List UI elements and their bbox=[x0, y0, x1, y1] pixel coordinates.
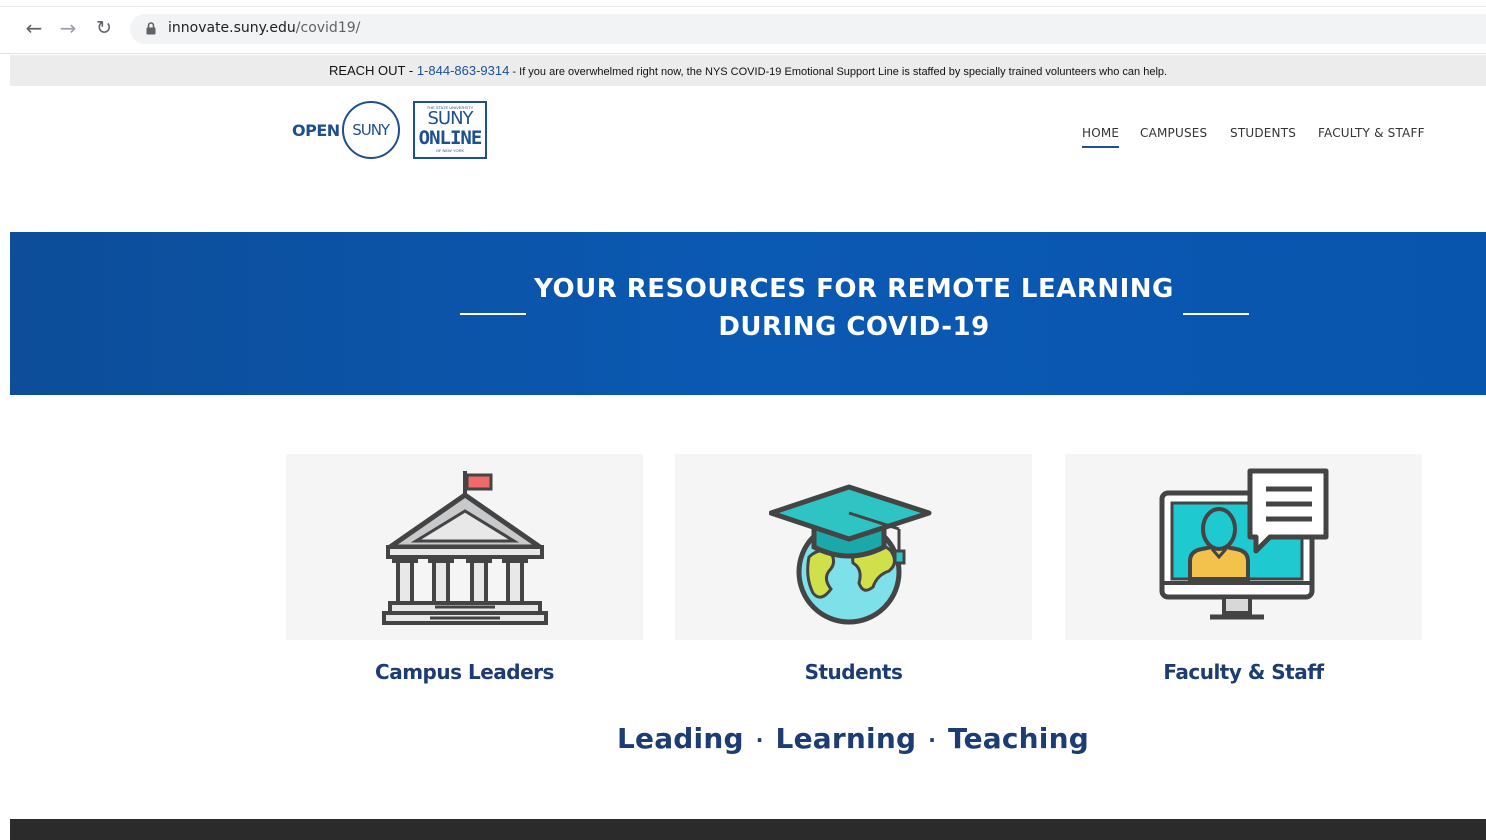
forward-arrow-icon[interactable]: → bbox=[56, 16, 80, 40]
logo-suny-circle: SUNY bbox=[341, 101, 400, 159]
nav-students[interactable]: STUDENTS bbox=[1230, 126, 1296, 140]
tagline-learning: Learning bbox=[775, 722, 917, 755]
lock-icon bbox=[146, 22, 156, 35]
hero-title-line2: DURING COVID-19 bbox=[718, 312, 990, 342]
logo-online-bottom: ONLINE bbox=[418, 127, 483, 149]
logo-suny-circle-text: SUNY bbox=[352, 121, 390, 139]
url-text[interactable]: innovate.suny.edu/covid19/ bbox=[168, 20, 360, 36]
tagline: Leading · Learning · Teaching bbox=[0, 722, 1486, 755]
university-building-icon bbox=[381, 471, 548, 625]
nav-campuses[interactable]: CAMPUSES bbox=[1140, 126, 1207, 140]
tab-strip-edge bbox=[0, 0, 1486, 7]
reach-out-lead: REACH OUT - bbox=[328, 63, 417, 78]
card-faculty-staff-tile[interactable] bbox=[1065, 454, 1422, 640]
video-chat-monitor-icon bbox=[1159, 468, 1328, 620]
card-campus-leaders[interactable]: Campus Leaders bbox=[286, 454, 643, 684]
logo-online-top: SUNY bbox=[427, 108, 473, 129]
card-faculty-staff-label[interactable]: Faculty & Staff bbox=[1065, 660, 1422, 684]
suny-online-logo[interactable]: THE STATE UNIVERSITY SUNY ONLINE OF NEW … bbox=[413, 101, 487, 159]
hero-title: YOUR RESOURCES FOR REMOTE LEARNING DURIN… bbox=[530, 270, 1178, 346]
card-campus-leaders-label[interactable]: Campus Leaders bbox=[286, 660, 643, 684]
reload-icon[interactable]: ↻ bbox=[92, 16, 116, 40]
nav-home[interactable]: HOME bbox=[1082, 126, 1120, 148]
url-path: /covid19/ bbox=[295, 20, 361, 36]
back-arrow-icon[interactable]: ← bbox=[22, 16, 46, 40]
hero-title-line1: YOUR RESOURCES FOR REMOTE LEARNING bbox=[534, 274, 1174, 304]
open-suny-logo[interactable]: OPEN SUNY bbox=[292, 101, 400, 159]
support-phone-link[interactable]: 1-844-863-9314 bbox=[417, 63, 510, 78]
card-students[interactable]: Students bbox=[675, 454, 1032, 684]
graduation-cap-globe-icon bbox=[768, 484, 931, 625]
card-students-tile[interactable] bbox=[675, 454, 1032, 640]
hero-rule-left bbox=[460, 313, 526, 315]
browser-toolbar: ← → ↻ innovate.suny.edu/covid19/ bbox=[0, 0, 1486, 54]
hero-banner: YOUR RESOURCES FOR REMOTE LEARNING DURIN… bbox=[10, 232, 1486, 395]
card-campus-leaders-tile[interactable] bbox=[286, 454, 643, 640]
tagline-leading: Leading bbox=[616, 722, 744, 755]
tagline-teaching: Teaching bbox=[948, 722, 1089, 755]
reach-out-banner: REACH OUT - 1-844-863-9314 - If you are … bbox=[10, 55, 1486, 86]
tagline-separator: · bbox=[928, 728, 937, 752]
address-bar[interactable]: innovate.suny.edu/covid19/ bbox=[130, 14, 1486, 44]
url-domain: innovate.suny.edu bbox=[168, 20, 296, 36]
card-students-label[interactable]: Students bbox=[675, 660, 1032, 684]
footer-bar bbox=[10, 819, 1486, 840]
card-faculty-staff[interactable]: Faculty & Staff bbox=[1065, 454, 1422, 684]
support-message: - If you are overwhelmed right now, the … bbox=[509, 66, 1168, 78]
tagline-separator: · bbox=[755, 728, 764, 752]
logo-open-word: OPEN bbox=[292, 120, 340, 140]
hero-rule-right bbox=[1183, 313, 1249, 315]
nav-faculty-staff[interactable]: FACULTY & STAFF bbox=[1318, 126, 1425, 140]
